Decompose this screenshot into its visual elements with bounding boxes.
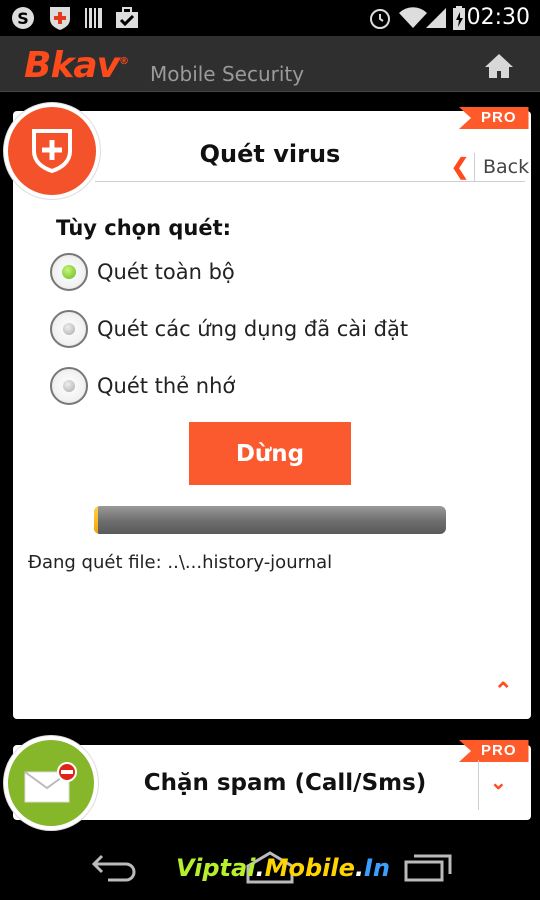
shield-plus-icon [4, 103, 100, 199]
status-time: 02:30 [466, 5, 530, 30]
scan-status-text: Đang quét file: ..\...history-journal [28, 552, 333, 573]
radio-dot [63, 323, 75, 335]
progress-fill [94, 506, 98, 534]
barcode-icon [84, 5, 104, 31]
chevron-down-icon[interactable]: ⌄ [490, 770, 507, 795]
page-title: Quét virus [199, 140, 341, 168]
svg-text:S: S [17, 9, 29, 28]
option-installed-apps[interactable]: Quét các ứng dụng đã cài đặt [50, 310, 408, 348]
status-bar: S 02:30 [0, 0, 540, 36]
option-full-scan[interactable]: Quét toàn bộ [50, 253, 235, 291]
radio-button[interactable] [50, 367, 88, 405]
spam-card-title: Chặn spam (Call/Sms) [143, 770, 427, 796]
bkav-logo: Bkav® [24, 45, 129, 86]
stop-button[interactable]: Dừng [189, 422, 351, 485]
chevron-left-icon: ❮ [450, 154, 470, 179]
back-nav-icon[interactable] [88, 852, 136, 887]
scan-card [13, 111, 531, 719]
blocked-mail-icon [4, 736, 98, 830]
option-label: Quét thẻ nhớ [97, 374, 236, 398]
app-name: Mobile Security [150, 62, 305, 86]
signal-icon [426, 5, 448, 31]
scan-progress-bar [94, 506, 446, 534]
back-button[interactable]: ❮ Back [448, 150, 529, 184]
wifi-icon [398, 5, 428, 31]
option-memory-card[interactable]: Quét thẻ nhớ [50, 367, 235, 405]
battery-charging-icon [452, 5, 466, 31]
option-label: Quét toàn bộ [97, 260, 235, 284]
home-icon[interactable] [484, 52, 514, 80]
watermark-logo: Viptai.Mobile.In [176, 854, 390, 882]
skype-icon: S [10, 5, 36, 31]
radio-button[interactable] [50, 253, 88, 291]
radio-dot [62, 265, 76, 279]
back-divider [474, 153, 475, 181]
briefcase-check-icon [114, 5, 140, 31]
card-divider [478, 760, 479, 810]
radio-dot [63, 380, 75, 392]
recent-apps-icon[interactable] [404, 852, 454, 887]
app-header: Bkav® Mobile Security [0, 36, 540, 92]
radio-button[interactable] [50, 310, 88, 348]
bkav-shield-icon [48, 5, 72, 31]
chevron-up-icon[interactable]: ⌃ [494, 678, 512, 704]
scan-options-heading: Tùy chọn quét: [56, 216, 232, 240]
back-label: Back [483, 156, 530, 178]
option-label: Quét các ứng dụng đã cài đặt [97, 317, 409, 341]
alarm-icon [368, 5, 392, 31]
